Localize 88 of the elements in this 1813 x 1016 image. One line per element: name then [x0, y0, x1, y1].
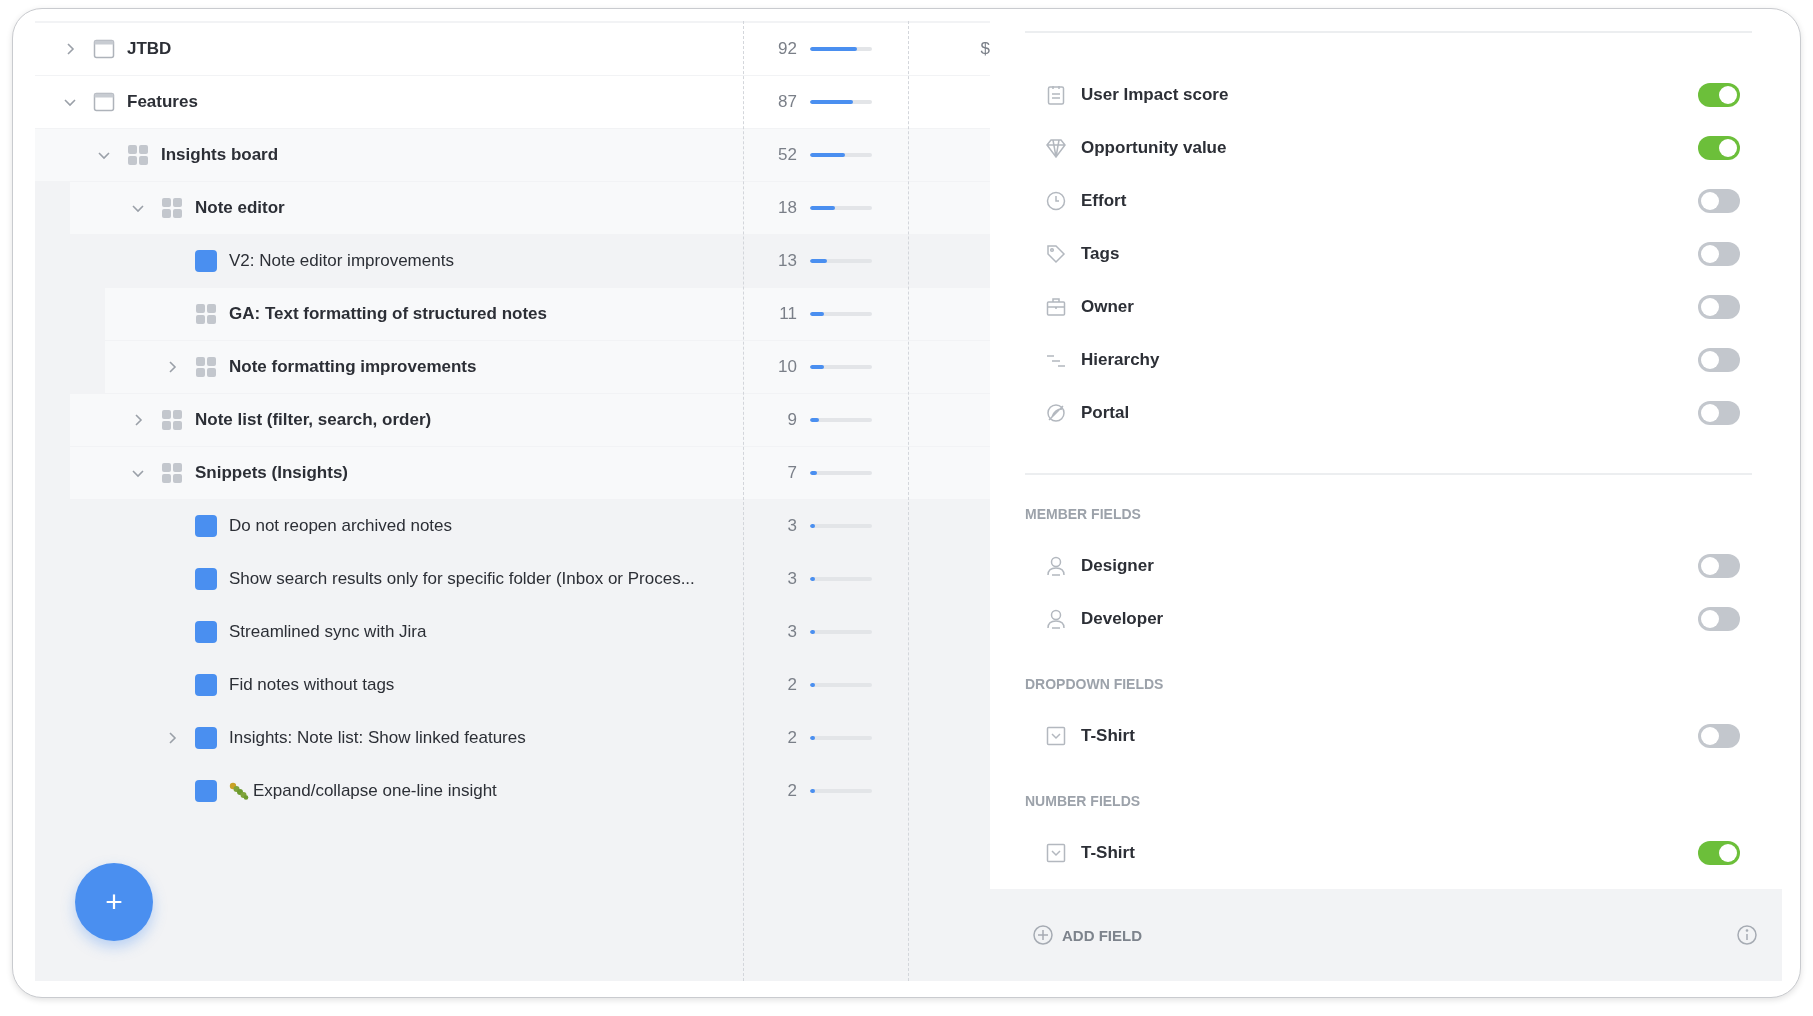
group-title[interactable]: Note formatting improvements [229, 357, 477, 377]
field-label: Owner [1081, 296, 1135, 317]
group-title[interactable]: Note editor [195, 198, 285, 218]
cell-text: $ [980, 39, 990, 59]
section-heading: MEMBER FIELDS [1025, 506, 1142, 522]
feature-title[interactable]: Expand/collapse one-line insight [253, 781, 497, 801]
feature-title[interactable]: V2: Note editor improvements [229, 251, 454, 271]
dropdown-icon [1045, 724, 1067, 747]
score-bar [810, 100, 872, 104]
field-label: Tags [1081, 243, 1121, 264]
field-label: Hierarchy [1081, 349, 1161, 370]
toggle-switch[interactable] [1698, 723, 1740, 748]
field-label: T-Shirt [1081, 725, 1136, 746]
score-value: 11 [778, 304, 797, 324]
feature-title[interactable]: Do not reopen archived notes [229, 516, 453, 536]
group-title[interactable]: Features [127, 92, 198, 112]
group-title[interactable]: Insights board [161, 145, 279, 165]
toggle-switch[interactable] [1698, 188, 1740, 213]
tag-icon [1045, 242, 1067, 265]
square-icon [195, 674, 217, 696]
dropdown-icon [1045, 841, 1067, 864]
grid-icon [195, 303, 217, 325]
toggle-switch[interactable] [1698, 553, 1740, 578]
score-value: 3 [786, 516, 797, 536]
score-value: 52 [777, 145, 797, 165]
grid-icon [195, 356, 217, 378]
score-value: 10 [777, 357, 797, 377]
info-icon[interactable] [1736, 924, 1758, 946]
feature-title[interactable]: Fid notes without tags [229, 675, 395, 695]
square-icon [195, 727, 217, 749]
group-title[interactable]: Note list (filter, search, order) [195, 410, 432, 430]
grid-icon [161, 197, 183, 219]
toggle-switch[interactable] [1698, 606, 1740, 631]
score-value: 18 [777, 198, 797, 218]
toggle-switch[interactable] [1698, 294, 1740, 319]
feature-title[interactable]: Show search results only for specific folder (Inbox or Proces... [229, 569, 695, 589]
field-label: Designer [1081, 555, 1155, 576]
score-value: 13 [777, 251, 797, 271]
group-title[interactable]: GA: Text formatting of structured notes [229, 304, 547, 324]
toggle-switch[interactable] [1698, 400, 1740, 425]
score-value: 2 [786, 728, 797, 748]
person-icon [1045, 554, 1067, 577]
square-icon [195, 568, 217, 590]
diamond-icon [1045, 136, 1067, 159]
field-label: Opportunity value [1081, 137, 1228, 158]
briefcase-icon [1045, 295, 1067, 318]
square-icon [195, 250, 217, 272]
grid-icon [161, 462, 183, 484]
section-heading: NUMBER FIELDS [1025, 793, 1142, 809]
score-value: 92 [777, 39, 797, 59]
score-bar [810, 47, 872, 51]
field-label: Portal [1081, 402, 1131, 423]
window-icon [93, 91, 115, 113]
portal-icon [1045, 401, 1067, 424]
field-label: Effort [1081, 190, 1128, 211]
grid-icon [127, 144, 149, 166]
score-bar [810, 259, 872, 263]
score-value: 3 [786, 569, 797, 589]
toggle-switch[interactable] [1698, 241, 1740, 266]
score-value: 87 [777, 92, 797, 112]
section-heading: DROPDOWN FIELDS [1025, 676, 1165, 692]
person-icon [1045, 607, 1067, 630]
score-value: 9 [786, 410, 797, 430]
score-value: 7 [786, 463, 797, 483]
clock-icon [1045, 189, 1067, 212]
score-bar [810, 153, 872, 157]
toggle-switch[interactable] [1698, 840, 1740, 865]
group-title[interactable]: Snippets (Insights) [195, 463, 348, 483]
plus-circle-icon [1032, 924, 1054, 946]
feature-title[interactable]: Insights: Note list: Show linked features [229, 728, 526, 748]
score-value: 2 [786, 781, 797, 801]
group-title[interactable]: JTBD [127, 39, 172, 59]
toggle-switch[interactable] [1698, 347, 1740, 372]
square-icon [195, 780, 217, 802]
score-value: 3 [786, 622, 797, 642]
grid-icon [161, 409, 183, 431]
score-value: 2 [786, 675, 797, 695]
square-icon [195, 515, 217, 537]
feature-title[interactable]: Streamlined sync with Jira [229, 622, 427, 642]
window-icon [93, 38, 115, 60]
field-label: User Impact score [1081, 84, 1230, 105]
field-label: T-Shirt [1081, 842, 1136, 863]
score-bar [810, 206, 872, 210]
field-label: Developer [1081, 608, 1165, 629]
toggle-switch[interactable] [1698, 82, 1740, 107]
square-icon [195, 621, 217, 643]
toggle-switch[interactable] [1698, 135, 1740, 160]
clipboard-icon [1045, 83, 1067, 106]
